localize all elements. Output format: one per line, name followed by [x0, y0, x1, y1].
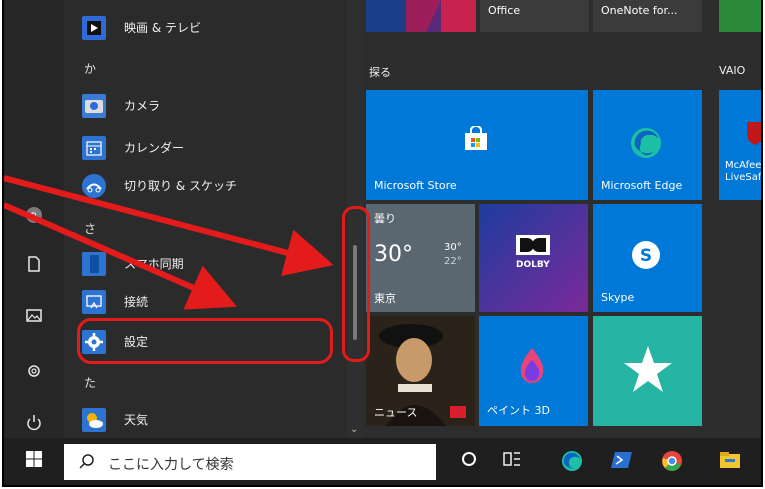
annotation-arrow-to-settings [4, 202, 237, 310]
annotation-arrow-to-scrollbar [4, 175, 334, 277]
start-menu-screenshot: R 映画 & テレビ か カメラ [2, 0, 763, 487]
annotation-arrows [4, 175, 334, 310]
